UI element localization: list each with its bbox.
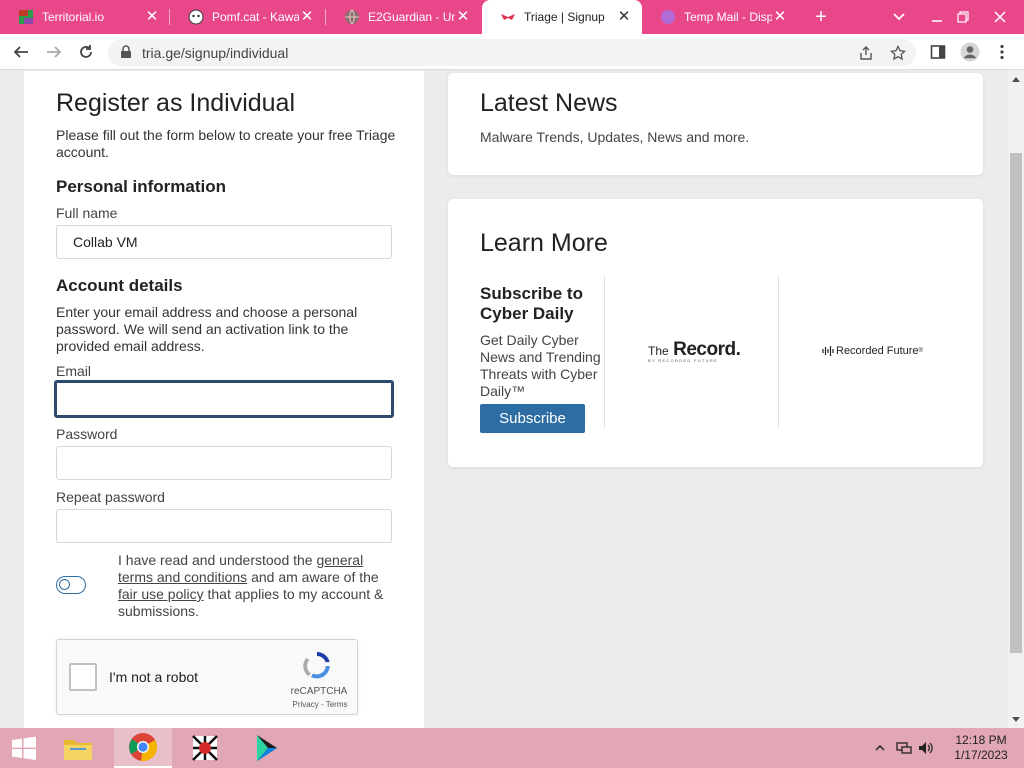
divider (604, 276, 605, 428)
triage-favicon (501, 14, 515, 20)
pomf-favicon (188, 9, 204, 25)
minimize-icon[interactable] (924, 0, 950, 34)
email-label: Email (56, 363, 92, 379)
terms-text-part: I have read and understood the (118, 552, 317, 568)
show-hidden-icons-chevron-icon[interactable] (874, 743, 886, 753)
restore-icon[interactable] (950, 0, 976, 34)
personal-info-heading: Personal information (56, 177, 227, 196)
register-panel: Register as Individual Please fill out t… (24, 71, 424, 728)
url-text: tria.ge/signup/individual (142, 44, 289, 61)
tempmail-favicon (661, 10, 675, 24)
reload-icon[interactable] (74, 40, 98, 64)
terms-text: I have read and understood the general t… (118, 552, 398, 620)
subscribe-button[interactable]: Subscribe (480, 404, 585, 433)
recaptcha-label: I'm not a robot (109, 669, 199, 685)
close-window-icon[interactable] (984, 0, 1016, 34)
page-viewport: Register as Individual Please fill out t… (0, 71, 1008, 728)
latest-news-title: Latest News (480, 89, 618, 117)
app-icon[interactable] (176, 728, 234, 768)
taskbar: 12:18 PM 1/17/2023 (0, 728, 1024, 768)
recaptcha-widget: I'm not a robot reCAPTCHA Privacy - Term… (56, 639, 358, 715)
browser-toolbar: tria.ge/signup/individual (0, 34, 1024, 70)
subscribe-heading: Subscribe to Cyber Daily (480, 284, 583, 323)
tab-e2guardian[interactable]: E2Guardian - Una ✕ (326, 0, 481, 34)
lock-icon (121, 45, 131, 58)
divider (778, 276, 779, 428)
tab-title: E2Guardian - Una (368, 10, 455, 24)
system-tray (874, 728, 934, 768)
close-tab-icon[interactable]: ✕ (772, 9, 788, 25)
volume-icon[interactable] (918, 740, 934, 756)
game-launcher-icon[interactable] (238, 728, 296, 768)
territorial-favicon (19, 10, 33, 24)
tab-tempmail[interactable]: Temp Mail - Disp ✕ (642, 0, 798, 34)
recorded-future-name: Recorded Future (836, 345, 919, 357)
the-record-logo[interactable]: The Record. BY RECORDED FUTURE (648, 339, 750, 363)
intro-text: Please fill out the form below to create… (56, 127, 396, 160)
toggle-knob (59, 579, 70, 590)
recorded-future-mark-icon (822, 346, 834, 356)
email-input[interactable] (54, 380, 394, 418)
close-tab-icon[interactable]: ✕ (616, 9, 632, 25)
page-title: Register as Individual (56, 89, 296, 117)
repeat-password-input[interactable] (56, 509, 392, 543)
tab-strip: Territorial.io ✕ Pomf.cat - Kawaii ✕ E2G… (0, 0, 1024, 34)
tab-triage[interactable]: Triage | Signup ✕ (482, 0, 642, 34)
new-tab-icon[interactable]: + (808, 0, 834, 34)
terms-toggle[interactable] (56, 576, 86, 594)
account-details-text: Enter your email address and choose a pe… (56, 304, 358, 354)
close-tab-icon[interactable]: ✕ (144, 9, 160, 25)
fullname-label: Full name (56, 205, 118, 221)
chrome-icon[interactable] (114, 728, 172, 768)
start-icon[interactable] (0, 728, 48, 768)
network-icon[interactable] (896, 740, 912, 756)
system-clock[interactable]: 12:18 PM 1/17/2023 (946, 733, 1016, 763)
file-explorer-icon[interactable] (52, 728, 104, 768)
recorded-future-mark: ® (918, 348, 923, 354)
recaptcha-logo-icon (303, 652, 330, 679)
menu-kebab-icon[interactable] (990, 40, 1014, 64)
record-logo-the: The (648, 344, 669, 358)
tab-title: Territorial.io (42, 10, 105, 24)
recaptcha-links[interactable]: Privacy - Terms (285, 700, 355, 709)
back-icon[interactable] (9, 40, 33, 64)
tab-search-chevron-icon[interactable] (888, 0, 910, 34)
share-icon[interactable] (858, 45, 874, 61)
learn-more-title: Learn More (480, 229, 608, 257)
forward-icon[interactable] (42, 40, 66, 64)
recaptcha-brand: reCAPTCHA (290, 686, 348, 697)
side-panel-icon[interactable] (926, 40, 950, 64)
record-logo-name: Record. (673, 339, 741, 360)
subscribe-text: Get Daily Cyber News and Trending Threat… (480, 332, 601, 399)
page-scrollbar[interactable] (1008, 71, 1024, 728)
tab-territorial[interactable]: Territorial.io ✕ (0, 0, 170, 34)
fair-use-policy-link[interactable]: fair use policy (118, 586, 204, 602)
scroll-down-arrow-icon[interactable] (1012, 717, 1020, 722)
address-bar[interactable]: tria.ge/signup/individual (108, 39, 916, 66)
clock-date: 1/17/2023 (954, 748, 1008, 762)
latest-news-subtitle: Malware Trends, Updates, News and more. (480, 129, 750, 145)
tab-title: Triage | Signup (524, 10, 605, 24)
account-details-heading: Account details (56, 276, 183, 295)
fullname-input[interactable]: Collab VM (56, 225, 392, 259)
tab-title: Pomf.cat - Kawaii (212, 10, 299, 24)
scroll-up-arrow-icon[interactable] (1012, 77, 1020, 82)
clock-time: 12:18 PM (955, 733, 1007, 747)
recorded-future-logo[interactable]: Recorded Future ® (822, 345, 923, 357)
tab-title: Temp Mail - Disp (684, 10, 772, 24)
learn-more-card: Learn More Subscribe to Cyber Daily Get … (448, 199, 983, 467)
password-label: Password (56, 426, 118, 442)
scrollbar-thumb[interactable] (1010, 153, 1022, 653)
close-tab-icon[interactable]: ✕ (299, 9, 315, 25)
profile-avatar-icon[interactable] (958, 40, 982, 64)
recaptcha-checkbox[interactable] (69, 663, 97, 691)
latest-news-card: Latest News Malware Trends, Updates, New… (448, 73, 983, 175)
tab-pomf[interactable]: Pomf.cat - Kawaii ✕ (170, 0, 325, 34)
close-tab-icon[interactable]: ✕ (455, 9, 471, 25)
terms-text-part: and am aware of the (247, 569, 379, 585)
repeat-password-label: Repeat password (56, 489, 165, 505)
password-input[interactable] (56, 446, 392, 480)
globe-icon (345, 9, 359, 25)
bookmark-star-icon[interactable] (890, 45, 906, 61)
